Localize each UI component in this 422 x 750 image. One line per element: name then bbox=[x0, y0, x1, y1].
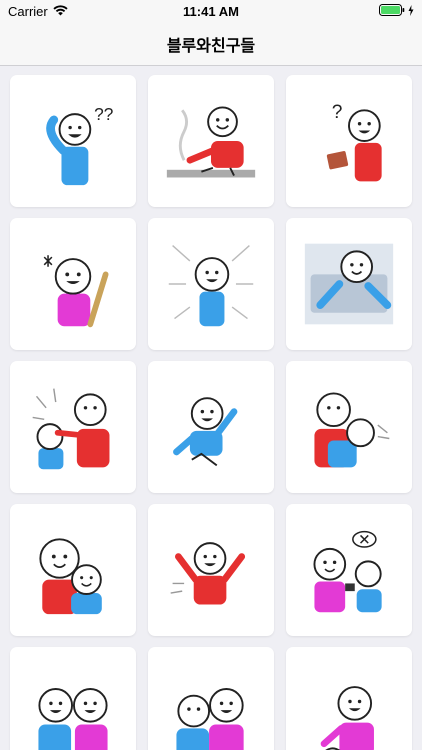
sticker-cell[interactable] bbox=[286, 647, 412, 750]
wifi-icon bbox=[53, 4, 68, 19]
sticker-cell[interactable] bbox=[10, 504, 136, 636]
sticker-cell[interactable] bbox=[148, 647, 274, 750]
blue-pink-friends-sticker bbox=[38, 688, 108, 750]
sticker-cell[interactable] bbox=[148, 218, 274, 350]
status-bar: Carrier 11:41 AM bbox=[0, 0, 422, 22]
sticker-cell[interactable]: ?? bbox=[10, 75, 136, 207]
sticker-cell[interactable] bbox=[148, 361, 274, 493]
blue-confused-sticker: ?? bbox=[46, 104, 113, 186]
charging-icon bbox=[408, 4, 414, 19]
blue-shocked-sticker bbox=[168, 245, 254, 327]
sticker-cell[interactable] bbox=[10, 218, 136, 350]
pink-bat-sticker bbox=[43, 255, 109, 328]
pink-blue-chat-sticker bbox=[313, 530, 382, 613]
blue-pink-hug-sticker bbox=[176, 688, 244, 750]
sticker-cell[interactable] bbox=[10, 647, 136, 750]
sticker-cell[interactable] bbox=[148, 75, 274, 207]
page-title: 블루와친구들 bbox=[166, 37, 256, 55]
red-blue-pair-sticker bbox=[39, 538, 102, 615]
battery-icon bbox=[379, 3, 405, 19]
status-right bbox=[379, 3, 414, 19]
pink-sitting-sticker bbox=[320, 686, 374, 750]
sticker-grid[interactable]: ?? ? bbox=[0, 66, 422, 750]
navigation-bar: 블루와친구들 bbox=[0, 22, 422, 66]
red-hugging-sticker bbox=[314, 392, 390, 468]
status-left: Carrier bbox=[8, 4, 68, 19]
sticker-cell[interactable] bbox=[286, 218, 412, 350]
bubble-text: ? bbox=[332, 102, 343, 123]
red-reading-question-sticker: ? bbox=[326, 102, 382, 182]
blue-in-bed-sticker bbox=[304, 243, 394, 325]
sticker-cell[interactable] bbox=[286, 504, 412, 636]
red-hitting-blue-sticker bbox=[32, 388, 110, 470]
sticker-cell[interactable] bbox=[286, 361, 412, 493]
sticker-cell[interactable]: ? bbox=[286, 75, 412, 207]
sticker-cell[interactable] bbox=[148, 504, 274, 636]
carrier-label: Carrier bbox=[8, 3, 48, 19]
blue-cheering-sticker bbox=[173, 397, 238, 467]
red-relaxing-sticker bbox=[166, 106, 256, 178]
red-celebrating-sticker bbox=[170, 542, 246, 605]
sticker-cell[interactable] bbox=[10, 361, 136, 493]
bubble-text: ?? bbox=[94, 104, 113, 124]
